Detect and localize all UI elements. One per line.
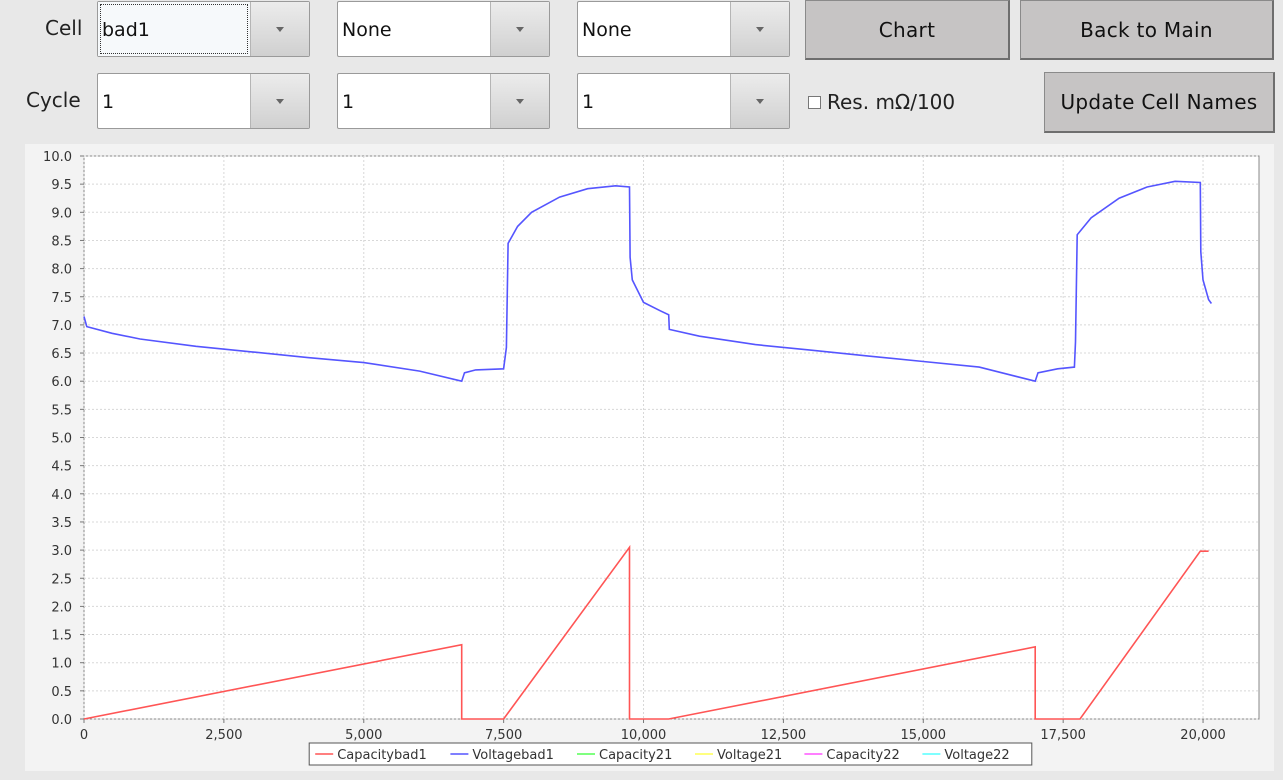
cell-label: Cell: [45, 16, 83, 40]
y-tick-label: 0.5: [51, 685, 72, 700]
chevron-down-icon[interactable]: [490, 2, 549, 56]
legend: Capacitybad1 Voltagebad1 Capacity21 Voltage…: [308, 742, 1033, 766]
x-tick-label: 2,500: [205, 728, 242, 743]
y-tick-label: 7.0: [51, 319, 72, 334]
y-tick-label: 8.5: [51, 234, 72, 249]
chart-svg: 0.0 0.5 1.0 1.5 2.0 2.5 3.0 3.5 4.0 4.5 5.0 5.5 6.0 6…: [43, 150, 1260, 766]
cycle-label: Cycle: [26, 88, 81, 112]
y-tick-label: 1.0: [51, 657, 72, 672]
chevron-down-icon[interactable]: [490, 74, 549, 128]
chevron-down-icon[interactable]: [250, 74, 309, 128]
resistance-checkbox-label: Res. mΩ/100: [827, 90, 956, 114]
y-tick-label: 4.0: [51, 488, 72, 503]
chevron-down-icon[interactable]: [250, 2, 309, 56]
checkbox-box[interactable]: [808, 95, 821, 109]
y-tick-label: 2.5: [51, 572, 72, 587]
y-tick-label: 10.0: [43, 150, 72, 165]
cell-select-3[interactable]: None: [577, 1, 790, 57]
chart-button[interactable]: Chart: [805, 0, 1010, 60]
x-tick-label: 20,000: [1180, 728, 1226, 743]
y-tick-label: 8.0: [51, 263, 72, 278]
resistance-checkbox[interactable]: Res. mΩ/100: [808, 90, 955, 114]
y-tick-label: 7.5: [51, 291, 72, 306]
legend-item-label: Capacity21: [599, 748, 672, 763]
chevron-down-icon[interactable]: [730, 2, 789, 56]
cell-select-1[interactable]: bad1: [97, 1, 310, 57]
y-tick-label: 5.0: [51, 432, 72, 447]
chevron-down-icon[interactable]: [730, 74, 789, 128]
cycle-select-3[interactable]: 1: [577, 73, 790, 129]
legend-item-label: Voltage22: [944, 748, 1009, 763]
x-tick-label: 10,000: [621, 728, 667, 743]
y-tick-label: 4.5: [51, 460, 72, 475]
legend-item-label: Voltagebad1: [472, 748, 554, 763]
cell-select-2[interactable]: None: [337, 1, 550, 57]
x-tick-label: 12,500: [761, 728, 807, 743]
y-tick-label: 1.5: [51, 629, 72, 644]
cycle-select-2[interactable]: 1: [337, 73, 550, 129]
y-tick-label: 3.5: [51, 516, 72, 531]
cell-select-2-value: None: [342, 19, 392, 41]
legend-item-label: Capacity22: [826, 748, 899, 763]
y-tick-label: 9.0: [51, 206, 72, 221]
x-tick-label: 7,500: [485, 728, 522, 743]
cycle-select-2-value: 1: [342, 91, 355, 113]
back-to-main-button[interactable]: Back to Main: [1020, 0, 1274, 60]
cycle-select-3-value: 1: [582, 91, 595, 113]
y-tick-label: 6.5: [51, 347, 72, 362]
x-tick-label: 17,500: [1040, 728, 1086, 743]
legend-item-label: Capacitybad1: [337, 748, 427, 763]
y-tick-label: 5.5: [51, 403, 72, 418]
cell-select-1-value: bad1: [98, 2, 250, 56]
y-tick-label: 9.5: [51, 178, 72, 193]
y-tick-label: 3.0: [51, 544, 72, 559]
chart-panel: 0.0 0.5 1.0 1.5 2.0 2.5 3.0 3.5 4.0 4.5 5.0 5.5 6.0 6…: [25, 144, 1274, 771]
update-cell-names-button[interactable]: Update Cell Names: [1044, 72, 1275, 133]
legend-item-label: Voltage21: [717, 748, 782, 763]
x-tick-label: 5,000: [345, 728, 382, 743]
cell-select-3-value: None: [582, 19, 632, 41]
y-tick-label: 2.0: [51, 600, 72, 615]
x-tick-label: 0: [80, 728, 88, 743]
cycle-select-1-value: 1: [102, 91, 115, 113]
x-tick-label: 15,000: [901, 728, 947, 743]
y-tick-label: 0.0: [51, 713, 72, 728]
y-tick-label: 6.0: [51, 375, 72, 390]
cycle-select-1[interactable]: 1: [97, 73, 310, 129]
